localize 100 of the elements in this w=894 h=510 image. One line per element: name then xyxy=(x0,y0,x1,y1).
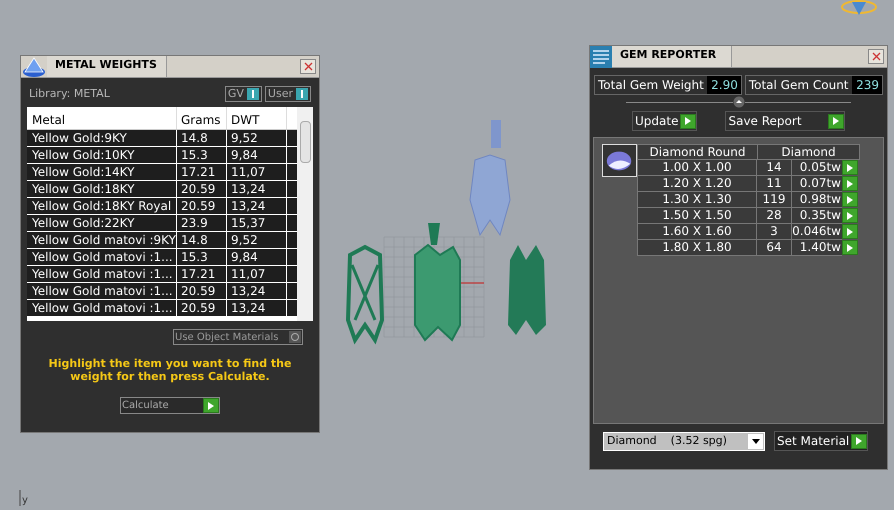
table-cell: 9,52 xyxy=(227,232,287,248)
table-row[interactable]: Yellow Gold:18KY 20.59 13,24 xyxy=(27,181,297,198)
table-row[interactable]: Yellow Gold:9KY 14.8 9,52 xyxy=(27,130,297,147)
table-cell: 11 xyxy=(757,176,792,192)
library-label: Library: METAL xyxy=(29,86,110,102)
gem-row[interactable]: 1.80 X 1.80 64 1.40tw xyxy=(637,240,860,256)
table-row[interactable]: Yellow Gold:14KY 17.21 11,07 xyxy=(27,164,297,181)
column-header: Diamond Round xyxy=(638,145,758,159)
toggle-switch[interactable]: GV xyxy=(224,86,262,102)
table-cell: 1.40tw xyxy=(792,240,842,256)
total-weight-label: Total Gem Weight xyxy=(597,77,705,94)
table-row[interactable]: Yellow Gold:10KY 15.3 9,84 xyxy=(27,147,297,164)
table-cell: 13,24 xyxy=(227,198,287,214)
table-row[interactable]: Yellow Gold matovi :1... 15.3 9,84 xyxy=(27,249,297,266)
table-cell: 1.80 X 1.80 xyxy=(637,240,757,256)
play-icon xyxy=(842,176,858,191)
table-cell: 9,84 xyxy=(227,147,287,163)
table-cell: 1.30 X 1.30 xyxy=(637,192,757,208)
table-cell: 11,07 xyxy=(227,266,287,282)
table-cell: 13,24 xyxy=(227,283,287,299)
table-cell: 0.07tw xyxy=(792,176,842,192)
axis-label: y xyxy=(22,496,28,506)
calculate-button[interactable]: Calculate xyxy=(120,397,220,414)
table-row[interactable]: Yellow Gold matovi :1... 20.59 13,24 xyxy=(27,300,297,317)
set-material-button[interactable]: Set Material xyxy=(774,431,868,451)
table-row[interactable]: Yellow Gold:18KY Royal 20.59 13,24 xyxy=(27,198,297,215)
play-icon xyxy=(842,224,858,239)
play-icon xyxy=(828,114,844,128)
table-cell: 0.05tw xyxy=(792,160,842,176)
window-title: METAL WEIGHTS xyxy=(47,56,167,77)
scrollbar[interactable] xyxy=(297,107,313,321)
table-cell: 1.50 X 1.50 xyxy=(637,208,757,224)
table-cell: 3 xyxy=(757,224,792,240)
column-header[interactable]: Metal xyxy=(27,107,177,129)
table-cell: Yellow Gold matovi :1... xyxy=(27,266,177,282)
gem-row[interactable]: 1.20 X 1.20 11 0.07tw xyxy=(637,176,860,192)
total-count-value: 239 xyxy=(852,76,882,94)
column-header[interactable]: DWT xyxy=(227,107,287,129)
table-cell: 15,37 xyxy=(227,215,287,231)
collapse-icon[interactable] xyxy=(732,96,744,108)
material-dropdown[interactable]: Diamond (3.52 spg) xyxy=(603,432,765,450)
gem-row[interactable]: 1.30 X 1.30 119 0.98tw xyxy=(637,192,860,208)
table-cell: 11,07 xyxy=(227,164,287,180)
table-cell: 15.3 xyxy=(177,249,227,265)
pyramid-icon xyxy=(21,56,47,78)
gem-row[interactable]: 1.50 X 1.50 28 0.35tw xyxy=(637,208,860,224)
table-cell: 13,24 xyxy=(227,181,287,197)
play-icon xyxy=(842,208,858,223)
save-report-button[interactable]: Save Report xyxy=(725,111,845,131)
close-icon xyxy=(304,62,312,71)
table-cell: Yellow Gold matovi :1... xyxy=(27,249,177,265)
table-cell: 20.59 xyxy=(177,300,227,316)
table-cell: Yellow Gold:22KY xyxy=(27,215,177,231)
table-cell: 14 xyxy=(757,160,792,176)
gem-row[interactable]: 1.00 X 1.00 14 0.05tw xyxy=(637,160,860,176)
close-button[interactable] xyxy=(300,59,316,74)
play-icon xyxy=(842,192,858,207)
table-cell: Yellow Gold:14KY xyxy=(27,164,177,180)
table-cell: 14.8 xyxy=(177,232,227,248)
table-row[interactable]: Yellow Gold matovi :1... 17.21 11,07 xyxy=(27,266,297,283)
axis-icon xyxy=(18,490,22,506)
table-row[interactable]: Yellow Gold matovi :1... 20.59 13,24 xyxy=(27,283,297,300)
play-icon xyxy=(842,160,858,175)
table-cell: 17.21 xyxy=(177,164,227,180)
table-cell: 9,52 xyxy=(227,130,287,146)
diamond-logo-icon xyxy=(840,0,878,16)
table-cell: Yellow Gold:18KY xyxy=(27,181,177,197)
table-cell: 9,84 xyxy=(227,249,287,265)
table-cell: Yellow Gold:18KY Royal xyxy=(27,198,177,214)
table-cell: 20.59 xyxy=(177,181,227,197)
report-icon xyxy=(590,46,612,68)
table-row[interactable]: Yellow Gold matovi :9KY 14.8 9,52 xyxy=(27,232,297,249)
table-cell: 14.8 xyxy=(177,130,227,146)
table-cell: 0.98tw xyxy=(792,192,842,208)
table-cell: 13,24 xyxy=(227,300,287,316)
table-cell: 28 xyxy=(757,208,792,224)
table-cell: Yellow Gold matovi :1... xyxy=(27,283,177,299)
table-row[interactable]: Yellow Gold:22KY 23.9 15,37 xyxy=(27,215,297,232)
column-header[interactable]: Grams xyxy=(177,107,227,129)
use-object-materials-checkbox[interactable]: Use Object Materials xyxy=(173,329,303,345)
table-cell: 1.60 X 1.60 xyxy=(637,224,757,240)
table-cell: Yellow Gold matovi :1... xyxy=(27,300,177,316)
table-cell: 20.59 xyxy=(177,283,227,299)
table-cell: 0.35tw xyxy=(792,208,842,224)
close-button[interactable] xyxy=(868,49,884,64)
total-count-label: Total Gem Count xyxy=(748,77,850,94)
table-cell: 119 xyxy=(757,192,792,208)
table-cell: 0.046tw xyxy=(792,224,842,240)
table-cell: 64 xyxy=(757,240,792,256)
table-cell: 17.21 xyxy=(177,266,227,282)
close-icon xyxy=(872,52,880,61)
table-cell: Yellow Gold:10KY xyxy=(27,147,177,163)
gem-row[interactable]: 1.60 X 1.60 3 0.046tw xyxy=(637,224,860,240)
table-cell: 15.3 xyxy=(177,147,227,163)
play-icon xyxy=(680,114,696,128)
table-cell: 20.59 xyxy=(177,198,227,214)
update-button[interactable]: Update xyxy=(632,111,698,131)
total-weight-value: 2.90 xyxy=(706,76,741,94)
table-cell: 1.20 X 1.20 xyxy=(637,176,757,192)
toggle-switch[interactable]: User xyxy=(264,86,311,102)
